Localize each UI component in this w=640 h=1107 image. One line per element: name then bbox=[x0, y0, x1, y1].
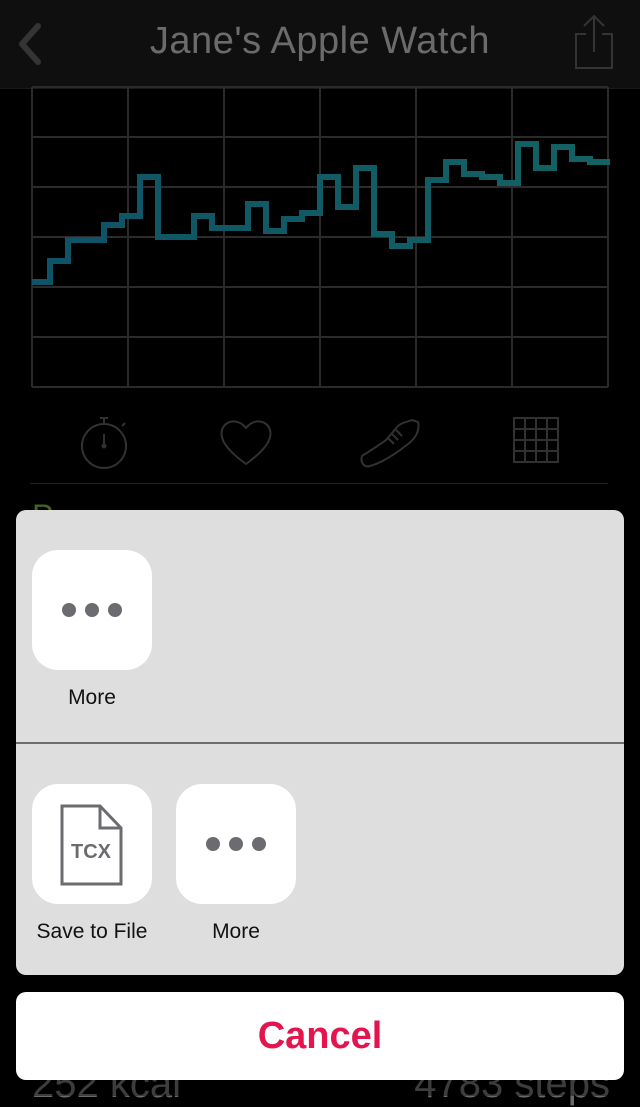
more-icon bbox=[206, 837, 266, 851]
save-to-file-tile[interactable]: TCX bbox=[32, 784, 152, 904]
cancel-button[interactable]: Cancel bbox=[16, 992, 624, 1080]
more-icon bbox=[62, 603, 122, 617]
action-label: Save to File bbox=[36, 920, 148, 943]
action-label: More bbox=[68, 686, 116, 709]
share-sheet: More TCX Save to File More bbox=[16, 510, 624, 975]
share-row-top: More bbox=[16, 510, 624, 742]
tcx-file-icon: TCX bbox=[60, 804, 123, 886]
more-tile[interactable] bbox=[176, 784, 296, 904]
action-label: More bbox=[212, 920, 260, 943]
share-row-bottom: TCX Save to File More bbox=[16, 744, 624, 975]
tcx-badge: TCX bbox=[71, 841, 112, 863]
more-tile[interactable] bbox=[32, 550, 152, 670]
